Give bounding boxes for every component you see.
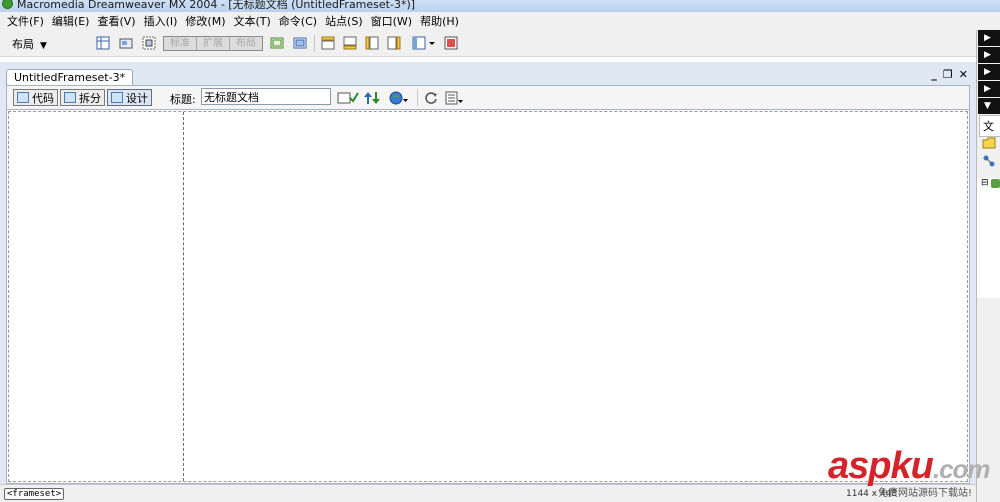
- layer-icon[interactable]: [118, 35, 134, 51]
- panel-expander-icon[interactable]: ▶: [978, 30, 1000, 46]
- menu-text[interactable]: 文本(T): [229, 13, 274, 29]
- insert-rows-above-icon[interactable]: [320, 35, 336, 51]
- panel-expander-icon[interactable]: ▶: [978, 81, 1000, 97]
- code-view-label: 代码: [32, 91, 54, 105]
- menu-view[interactable]: 查看(V): [93, 13, 139, 29]
- draw-layout-cell-icon[interactable]: [292, 35, 308, 51]
- tabular-data-icon[interactable]: [443, 35, 459, 51]
- document-tab[interactable]: UntitledFrameset-3*: [6, 69, 134, 86]
- preview-in-browser-icon[interactable]: [389, 89, 409, 106]
- window-controls: _ ❐ ✕: [931, 68, 968, 81]
- folder-icon[interactable]: [982, 137, 996, 152]
- split-view-icon: [64, 92, 76, 103]
- frames-icon[interactable]: [411, 35, 427, 51]
- insert-column-left-icon[interactable]: [364, 35, 380, 51]
- insert-category-dropdown[interactable]: 布局 ▼: [12, 36, 47, 52]
- insert-rows-below-icon[interactable]: [342, 35, 358, 51]
- mode-layout-button[interactable]: 布局: [230, 37, 262, 50]
- tree-collapse-icon[interactable]: ⊟: [981, 178, 989, 188]
- tag-selector-frameset[interactable]: <frameset>: [4, 488, 65, 500]
- insert-category-label: 布局: [12, 38, 34, 51]
- site-root-icon[interactable]: [991, 179, 1000, 188]
- table-icon[interactable]: [95, 35, 111, 51]
- code-view-icon: [17, 92, 29, 103]
- panel-expander-icon[interactable]: ▶: [978, 47, 1000, 63]
- mode-standard-button[interactable]: 标准: [164, 37, 197, 50]
- refresh-icon[interactable]: [424, 89, 438, 106]
- menu-file[interactable]: 文件(F): [3, 13, 48, 29]
- split-view-label: 拆分: [79, 91, 101, 105]
- frames-dropdown-arrow-icon[interactable]: [427, 35, 437, 51]
- menu-bar: 文件(F) 编辑(E) 查看(V) 插入(I) 修改(M) 文本(T) 命令(C…: [0, 12, 1000, 30]
- split-view-button[interactable]: 拆分: [60, 89, 105, 106]
- insert-column-right-icon[interactable]: [386, 35, 402, 51]
- document-title-input[interactable]: [201, 88, 331, 105]
- mode-expanded-button[interactable]: 扩展: [197, 37, 230, 50]
- doc-toolbar-separator: [417, 89, 418, 106]
- document-window: UntitledFrameset-3* _ ❐ ✕ 代码 拆分 设计 标题:: [0, 62, 976, 502]
- panel-expander-icon[interactable]: ▶: [978, 64, 1000, 80]
- menu-commands[interactable]: 命令(C): [275, 13, 321, 29]
- status-bar: <frameset> 1144 x 448: [0, 484, 976, 502]
- draw-layout-table-icon[interactable]: [269, 35, 285, 51]
- close-icon[interactable]: ✕: [959, 68, 968, 81]
- code-view-button[interactable]: 代码: [13, 89, 58, 106]
- frame-divider[interactable]: [183, 112, 184, 481]
- menu-modify[interactable]: 修改(M): [181, 13, 229, 29]
- site-map-icon[interactable]: [982, 155, 996, 170]
- menu-insert[interactable]: 插入(I): [140, 13, 182, 29]
- menu-edit[interactable]: 编辑(E): [48, 13, 94, 29]
- right-panel-group: ▶ ▶ ▶ ▶ ▼ 文 ⊟: [976, 30, 1000, 502]
- view-options-icon[interactable]: [445, 89, 465, 106]
- file-management-icon[interactable]: [364, 89, 384, 106]
- restore-icon[interactable]: ❐: [943, 68, 953, 81]
- design-view-label: 设计: [126, 91, 148, 105]
- dropdown-arrow-icon: ▼: [40, 41, 47, 51]
- design-view-icon: [111, 92, 123, 103]
- title-bar: Macromedia Dreamweaver MX 2004 - [无标题文档 …: [0, 0, 1000, 12]
- menu-window[interactable]: 窗口(W): [367, 13, 416, 29]
- toolbar-separator: [314, 35, 315, 52]
- frameset-border: [8, 111, 968, 482]
- dreamweaver-app-icon: [2, 0, 13, 9]
- document-toolbar: 代码 拆分 设计 标题:: [6, 85, 970, 109]
- layout-mode-group: 标准 扩展 布局: [163, 36, 263, 51]
- design-view-button[interactable]: 设计: [107, 89, 152, 106]
- minimize-icon[interactable]: _: [931, 68, 937, 81]
- menu-site[interactable]: 站点(S): [321, 13, 367, 29]
- insert-toolbar: 布局 ▼ 标准 扩展 布局: [0, 30, 976, 57]
- files-list: ⊟: [977, 178, 1000, 298]
- menu-help[interactable]: 帮助(H): [416, 13, 463, 29]
- window-size-readout[interactable]: 1144 x 448: [846, 489, 897, 499]
- layout-table-icon[interactable]: [141, 35, 157, 51]
- files-panel-tab[interactable]: 文: [979, 115, 1000, 137]
- title-label: 标题:: [170, 93, 196, 106]
- panel-collapse-icon[interactable]: ▼: [978, 98, 1000, 114]
- window-title: Macromedia Dreamweaver MX 2004 - [无标题文档 …: [17, 0, 416, 11]
- design-canvas[interactable]: [6, 109, 970, 484]
- check-browser-icon[interactable]: [337, 89, 359, 106]
